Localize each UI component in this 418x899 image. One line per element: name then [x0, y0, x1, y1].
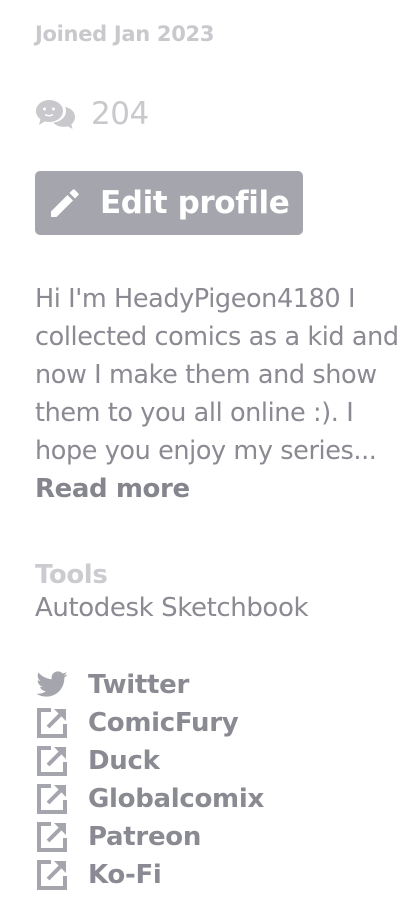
link-label: Twitter: [88, 670, 190, 700]
bio-line: hope you enjoy my series...: [35, 436, 377, 466]
link-label: ComicFury: [88, 708, 239, 738]
bio-line: Hi I'm HeadyPigeon4180 I: [35, 284, 356, 314]
bio-line: them to you all online :). I: [35, 398, 354, 428]
external-link-icon: [35, 820, 69, 854]
link-comicfury[interactable]: ComicFury: [35, 704, 264, 742]
tools-value: Autodesk Sketchbook: [35, 593, 309, 623]
external-link-icon: [35, 782, 69, 816]
link-globalcomix[interactable]: Globalcomix: [35, 780, 264, 818]
link-label: Duck: [88, 746, 160, 776]
link-label: Globalcomix: [88, 784, 264, 814]
bio-line: collected comics as a kid and: [35, 322, 399, 352]
link-duck[interactable]: Duck: [35, 742, 264, 780]
edit-profile-label: Edit profile: [100, 185, 290, 221]
twitter-icon: [35, 668, 69, 702]
read-more-link[interactable]: Read more: [35, 474, 190, 504]
bio-line: now I make them and show: [35, 360, 377, 390]
link-label: Patreon: [88, 822, 202, 852]
link-twitter[interactable]: Twitter: [35, 666, 264, 704]
comments-icon: [35, 96, 77, 132]
edit-profile-button[interactable]: Edit profile: [35, 171, 303, 235]
social-links: Twitter ComicFury Duck Globalcomix Patre…: [35, 666, 264, 894]
bio-text: Hi I'm HeadyPigeon4180 I collected comic…: [35, 280, 415, 470]
comment-count: 204: [35, 96, 149, 132]
link-patreon[interactable]: Patreon: [35, 818, 264, 856]
pencil-icon: [48, 186, 82, 220]
link-label: Ko-Fi: [88, 860, 162, 890]
external-link-icon: [35, 744, 69, 778]
joined-date: Joined Jan 2023: [35, 22, 215, 46]
comment-count-value: 204: [91, 96, 149, 132]
external-link-icon: [35, 706, 69, 740]
external-link-icon: [35, 858, 69, 892]
link-kofi[interactable]: Ko-Fi: [35, 856, 264, 894]
tools-heading: Tools: [35, 560, 108, 590]
